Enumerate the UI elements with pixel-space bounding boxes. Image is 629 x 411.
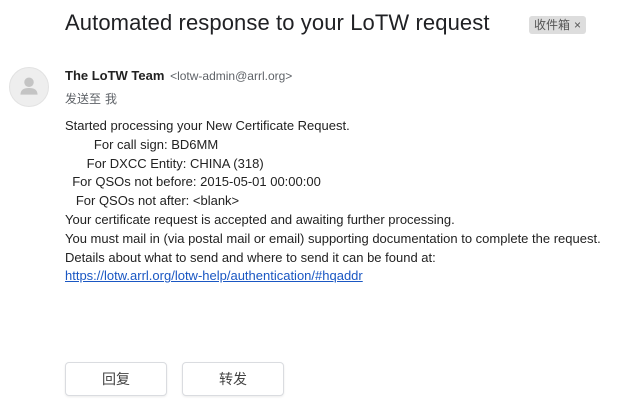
body-line: For call sign: BD6MM [65,136,219,152]
recipient-name: 我 [105,92,118,106]
body-line: Started processing your New Certificate … [65,118,350,133]
authentication-help-link[interactable]: https://lotw.arrl.org/lotw-help/authenti… [65,268,363,283]
body-line: For QSOs not before: 2015-05-01 00:00:00 [65,174,321,190]
sender-email: <lotw-admin@arrl.org> [170,69,293,83]
body-line: For QSOs not after: <blank> [65,193,240,209]
inbox-label-text: 收件箱 [534,18,571,32]
reply-button[interactable]: 回复 [65,362,167,396]
forward-button[interactable]: 转发 [182,362,284,396]
body-line: You must mail in (via postal mail or ema… [65,230,601,246]
email-body: Started processing your New Certificate … [65,117,601,286]
sender-avatar [9,67,49,107]
sender-name: The LoTW Team [65,68,165,83]
inbox-label-chip[interactable]: 收件箱 × [529,16,587,34]
body-line: Details about what to send and where to … [65,249,436,265]
recipient-line[interactable]: 发送至我 [65,90,117,107]
body-line: Your certificate request is accepted and… [65,211,455,227]
sender-line: The LoTW Team <lotw-admin@arrl.org> [65,68,292,83]
recipient-prefix: 发送至 [65,92,102,106]
remove-label-icon[interactable]: × [574,16,581,34]
email-subject: Automated response to your LoTW request [65,10,490,35]
body-line: For DXCC Entity: CHINA (318) [65,155,264,171]
person-icon [20,77,38,95]
